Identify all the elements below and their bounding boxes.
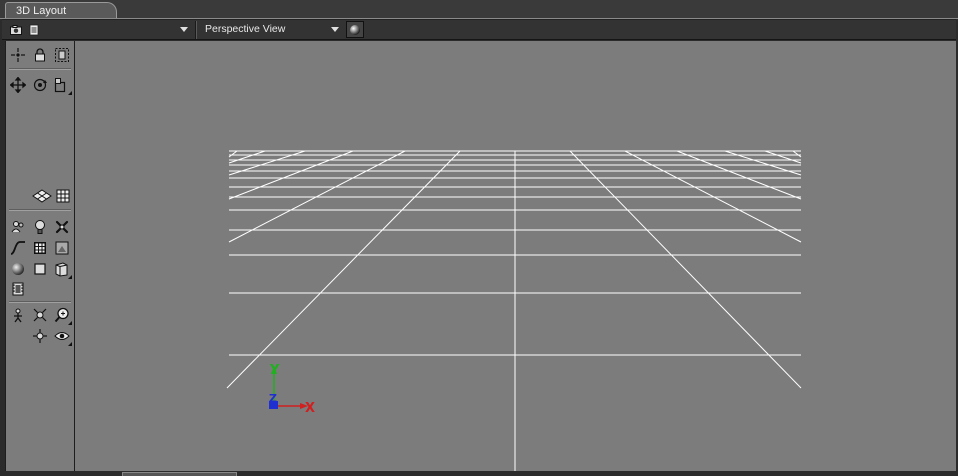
view-dropdown-value: Perspective View — [205, 23, 286, 35]
chevron-down-icon — [180, 27, 188, 32]
tab-label: 3D Layout — [16, 5, 67, 17]
panel-menu-icon[interactable] — [26, 22, 42, 37]
orbit-icon[interactable] — [31, 327, 49, 345]
render-sphere-icon[interactable] — [346, 21, 364, 38]
grid-line-converging — [228, 150, 238, 158]
camera-dropdown[interactable] — [46, 21, 194, 38]
grid-plane-icon[interactable] — [31, 187, 53, 205]
camera-icon[interactable] — [8, 22, 24, 37]
grid-line-converging — [792, 150, 802, 158]
camera-person-icon[interactable] — [9, 306, 27, 324]
bottom-bar — [0, 471, 958, 476]
flyout-indicator — [68, 342, 72, 346]
y-axis-label: Y — [269, 363, 280, 378]
move-icon[interactable] — [9, 76, 27, 94]
panel-handle[interactable] — [122, 472, 237, 476]
ground-grid: Y X Z — [226, 150, 802, 471]
z-axis-label: Z — [269, 392, 277, 405]
tool-panel — [5, 41, 75, 471]
sphere-icon[interactable] — [9, 260, 27, 278]
region-select-icon[interactable] — [53, 46, 71, 64]
lock-icon[interactable] — [31, 46, 49, 64]
tab-strip: 3D Layout — [0, 0, 958, 19]
axis-gizmo: Y X Z — [269, 363, 315, 416]
tool-separator — [9, 301, 71, 303]
grid-line-converging — [676, 150, 802, 200]
cube-icon[interactable] — [31, 260, 49, 278]
select-icon[interactable] — [9, 46, 27, 64]
pan-icon[interactable] — [31, 306, 49, 324]
grid-line-converging — [228, 150, 354, 200]
flyout-indicator — [68, 275, 72, 279]
grid-tool-icon[interactable] — [31, 239, 49, 257]
grid-icon[interactable] — [54, 187, 72, 205]
chevron-down-icon — [331, 27, 339, 32]
flyout-indicator — [68, 91, 72, 95]
rotate-icon[interactable] — [31, 76, 49, 94]
3d-viewport[interactable]: Y X Z — [75, 41, 956, 471]
tool-separator — [9, 209, 71, 211]
x-axis-label: X — [305, 401, 315, 416]
tab-3d-layout[interactable]: 3D Layout — [5, 2, 117, 19]
viewport-toolbar: Perspective View — [2, 19, 956, 40]
film-icon[interactable] — [9, 280, 27, 298]
texture-icon[interactable] — [53, 239, 71, 257]
tool-separator — [9, 68, 71, 70]
flyout-indicator — [68, 321, 72, 325]
light-icon[interactable] — [31, 218, 49, 236]
view-dropdown[interactable]: Perspective View — [197, 21, 345, 38]
bone-icon[interactable] — [53, 218, 71, 236]
curve-icon[interactable] — [9, 239, 27, 257]
figure-icon[interactable] — [9, 218, 27, 236]
